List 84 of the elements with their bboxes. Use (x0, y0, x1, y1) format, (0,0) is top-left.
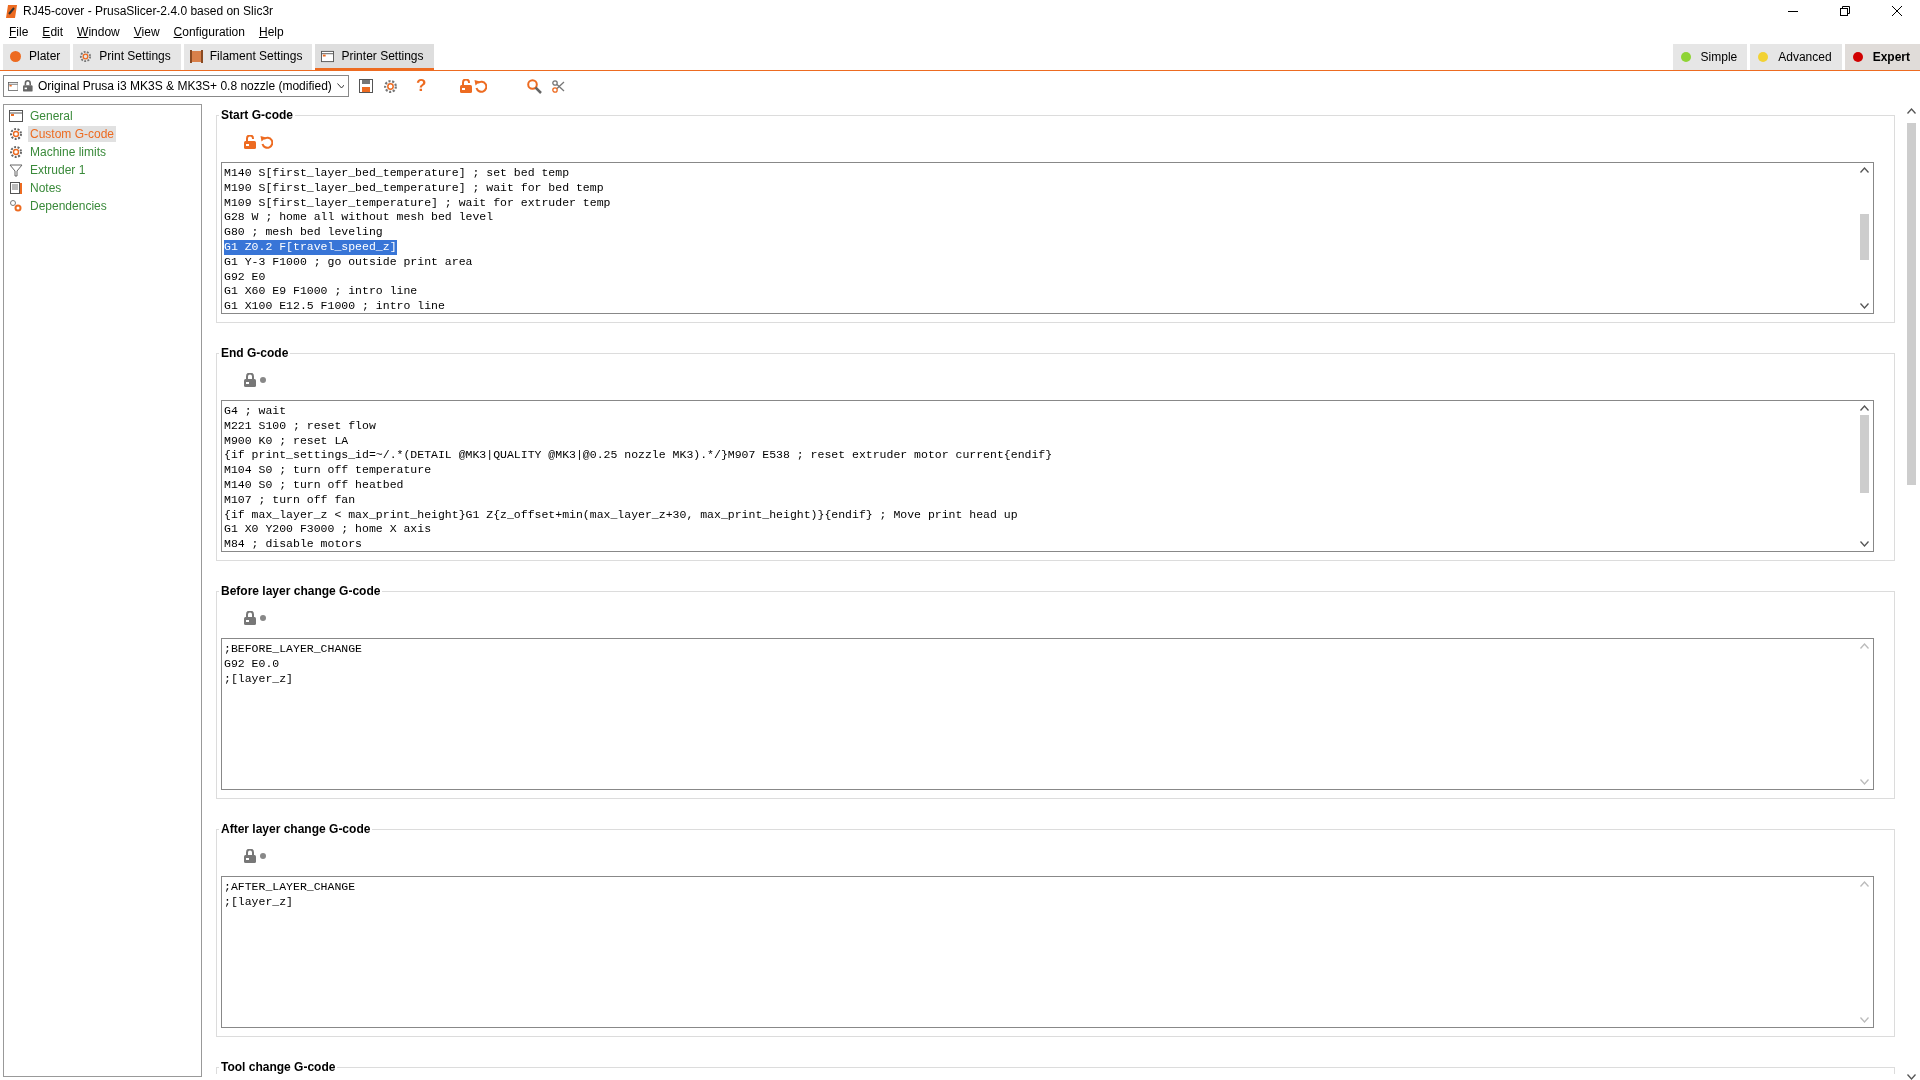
section-title: Tool change G-code (220, 1060, 337, 1074)
menu-item[interactable]: Help (251, 25, 291, 39)
code-line: ;[layer_z] (224, 671, 293, 687)
lock-icon[interactable] (244, 849, 256, 863)
sidebar-item[interactable]: Extruder 1 (28, 162, 88, 178)
undo-arrow-icon[interactable] (474, 79, 488, 93)
save-icon[interactable] (359, 79, 373, 93)
dot-icon[interactable] (260, 615, 266, 621)
code-line: G1 Y-3 F1000 ; go outside print area (224, 254, 473, 270)
lock-icon[interactable] (244, 611, 256, 625)
notes-icon (9, 181, 23, 195)
section-title: After layer change G-code (220, 822, 372, 836)
funnel-icon (9, 163, 23, 177)
sidebar-item[interactable]: Notes (28, 180, 64, 196)
code-line: M900 K0 ; reset LA (224, 433, 349, 449)
gear-icon (9, 145, 23, 159)
code-line: M107 ; turn off fan (224, 492, 356, 508)
code-line: M140 S0 ; turn off heatbed (224, 478, 404, 493)
sidebar-item[interactable]: Dependencies (28, 198, 109, 214)
window-icon (321, 49, 335, 63)
code-editor[interactable] (221, 162, 1874, 314)
mode-button[interactable]: Expert (1844, 44, 1920, 70)
restore-icon (1840, 6, 1850, 16)
menu-item[interactable]: Window (70, 25, 127, 39)
code-line: M221 S100 ; reset flow (224, 418, 376, 434)
menu-item[interactable]: Edit (35, 25, 71, 39)
dot-icon[interactable] (260, 377, 266, 383)
code-line: M190 S[first_layer_bed_temperature] ; wait for bed temp (224, 180, 604, 196)
menu-item[interactable]: View (126, 25, 167, 39)
mode-button[interactable]: Simple (1672, 44, 1748, 70)
gear-icon (79, 49, 93, 63)
scrollbar-thumb[interactable] (1860, 213, 1869, 260)
unlocked-lock-icon[interactable] (244, 135, 256, 149)
code-line: G4 ; wait (224, 404, 287, 419)
code-line: G1 X100 E12.5 F1000 ; intro line (224, 299, 445, 313)
dropdown-caret-icon (336, 83, 344, 89)
code-line: ;AFTER_LAYER_CHANGE (224, 880, 356, 895)
undo-arrow-icon[interactable] (260, 135, 273, 149)
search-icon[interactable] (527, 78, 543, 94)
scrollbar-thumb[interactable] (1860, 415, 1869, 494)
scissors-icon[interactable] (552, 79, 566, 93)
tab[interactable]: Printer Settings (315, 44, 434, 70)
tab[interactable]: Filament Settings (183, 44, 313, 70)
section-title: Start G-code (220, 108, 294, 122)
tab[interactable]: Print Settings (73, 44, 181, 70)
code-editor[interactable] (221, 400, 1874, 552)
gear-icon (9, 127, 23, 141)
code-line: M109 S[first_layer_temperature] ; wait for extruder temp (224, 195, 611, 211)
code-line: G1 X0 Y200 F3000 ; home X axis (224, 522, 432, 538)
window-icon (9, 109, 23, 123)
preset-dropdown[interactable]: Original Prusa i3 MK3S & MK3S+ 0.8 nozzle (modified) (3, 75, 349, 97)
app-logo-icon (6, 4, 17, 18)
code-line: G1 X60 E9 F1000 ; intro line (224, 284, 418, 300)
mode-button[interactable]: Advanced (1750, 44, 1842, 70)
code-line: M84 ; disable motors (224, 537, 363, 551)
code-line: ;[layer_z] (224, 894, 293, 910)
sidebar-item[interactable]: Machine limits (28, 144, 109, 160)
code-line: G92 E0.0 (224, 656, 280, 672)
unlocked-lock-icon[interactable] (460, 79, 473, 93)
window-title: RJ45-cover - PrusaSlicer-2.4.0 based on Slic3r (23, 4, 275, 18)
section-title: Before layer change G-code (220, 584, 382, 598)
tab[interactable]: Plater (3, 44, 71, 70)
code-line: G28 W ; home all without mesh bed level (224, 210, 494, 226)
code-line: {if print_settings_id=~/.*(DETAIL @MK3|QUALITY @MK3|@0.25 nozzle MK3).*/}M907 E538 ; reset extruder motor current{endif} (224, 448, 1053, 464)
code-line: M104 S0 ; turn off temperature (224, 463, 432, 478)
code-line: G92 E0 (224, 269, 266, 285)
code-line: {if max_layer_z < max_print_height}G1 Z{z_offset+min(max_layer_z+30, max_print_height)}{endif} ; Move print head up (224, 507, 1018, 523)
gear-icon[interactable] (383, 78, 398, 94)
minimize-icon (1788, 10, 1798, 12)
section-title: End G-code (220, 346, 290, 360)
code-line: ;BEFORE_LAYER_CHANGE (224, 642, 363, 657)
spool-icon (189, 49, 203, 63)
menu-item[interactable]: File (2, 25, 36, 39)
close-icon (1892, 6, 1902, 16)
code-line: M140 S[first_layer_bed_temperature] ; set bed temp (224, 166, 570, 181)
lock-icon[interactable] (244, 373, 256, 387)
scrollbar-thumb[interactable] (1907, 122, 1916, 485)
linked-circles-icon (9, 199, 23, 213)
window-icon (8, 79, 19, 93)
menu-item[interactable]: Configuration (166, 25, 252, 39)
lock-icon[interactable] (23, 79, 33, 93)
code-line: G80 ; mesh bed leveling (224, 225, 383, 240)
dot-icon[interactable] (260, 853, 266, 859)
sidebar-item[interactable]: General (28, 108, 75, 124)
